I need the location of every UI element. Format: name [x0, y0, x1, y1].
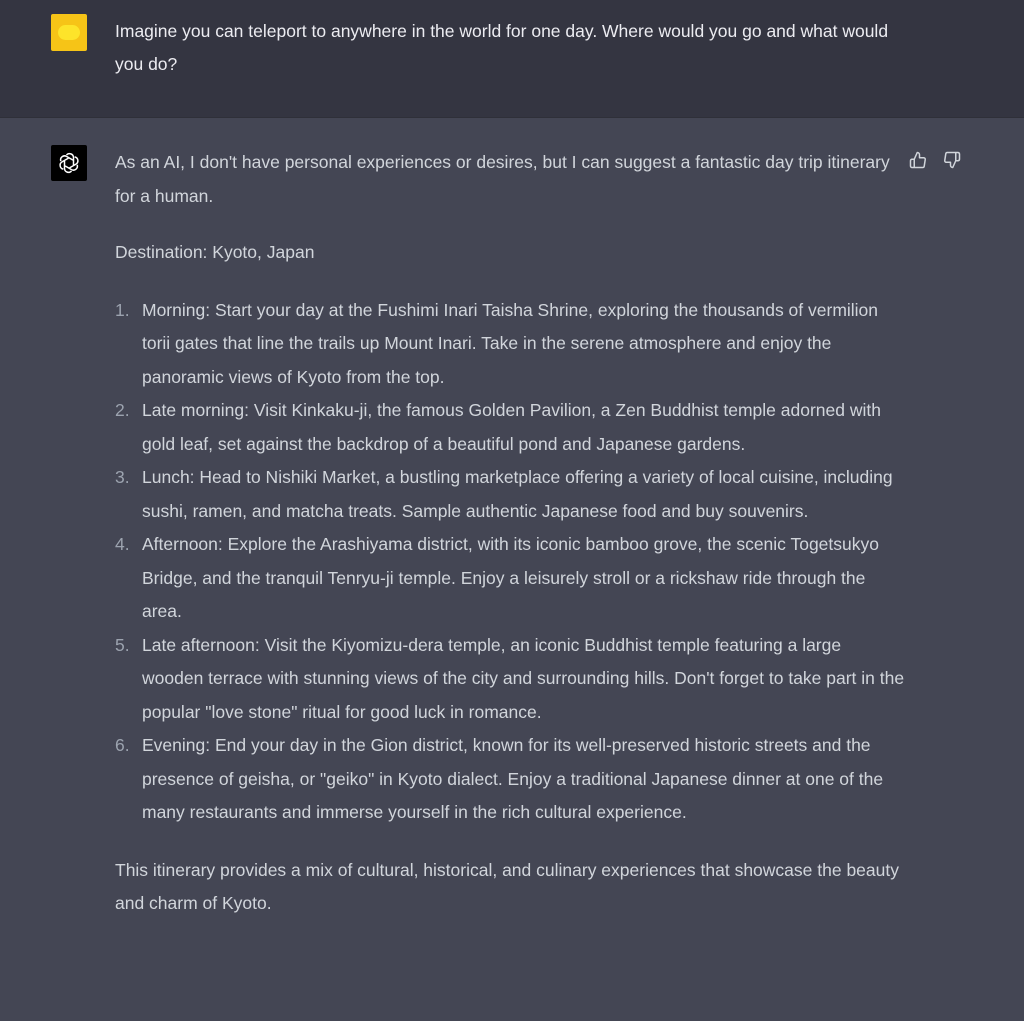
list-item-text: Lunch: Head to Nishiki Market, a bustlin… [142, 467, 893, 521]
list-item-text: Morning: Start your day at the Fushimi I… [142, 299, 879, 387]
list-number: 4. [115, 534, 130, 554]
thumbs-down-button[interactable] [942, 150, 962, 170]
assistant-destination: Destination: Kyoto, Japan [115, 242, 315, 262]
user-message-text: Imagine you can teleport to anywhere in … [115, 21, 889, 74]
list-number: 6. [115, 735, 130, 755]
list-number: 3. [115, 467, 130, 487]
list-number: 1. [115, 299, 130, 320]
list-item: 1. Morning: Start your day at the Fushimi… [115, 294, 905, 395]
list-item-text: Evening: End your day in the Gion distri… [142, 735, 884, 822]
assistant-outro: This itinerary provides a mix of cultura… [115, 859, 899, 914]
list-number: 2. [115, 400, 130, 420]
thumbs-down-icon [944, 151, 961, 169]
assistant-intro: As an AI, I don't have personal experien… [115, 152, 890, 206]
user-avatar-shape [58, 25, 80, 40]
thumbs-up-icon [909, 151, 926, 169]
user-avatar [51, 14, 87, 51]
list-item: 5. Late afternoon: Visit the Kiyomizu-der… [115, 629, 905, 730]
list-item-text: Afternoon: Explore the Arashiyama distri… [142, 534, 879, 621]
list-item-text: Late morning: Visit Kinkaku-ji, the famo… [142, 400, 881, 454]
thumbs-up-button[interactable] [908, 150, 928, 170]
assistant-message-content: As an AI, I don't have personal experien… [115, 146, 905, 921]
list-item: 4. Afternoon: Explore the Arashiyama dist… [115, 528, 905, 629]
feedback-buttons [908, 150, 962, 170]
itinerary-list: 1. Morning: Start your day at the Fushimi… [115, 294, 905, 830]
list-item: 2. Late morning: Visit Kinkaku-ji, the fa… [115, 394, 905, 461]
list-item: 6. Evening: End your day in the Gion dist… [115, 729, 905, 830]
list-item-text: Late afternoon: Visit the Kiyomizu-dera … [142, 634, 905, 722]
user-message-row: Imagine you can teleport to anywhere in … [0, 0, 1024, 118]
list-item: 3. Lunch: Head to Nishiki Market, a bustl… [115, 461, 905, 528]
assistant-message-row: As an AI, I don't have personal experien… [0, 118, 1024, 1021]
list-number: 5. [115, 634, 130, 655]
openai-logo-icon [51, 145, 87, 181]
